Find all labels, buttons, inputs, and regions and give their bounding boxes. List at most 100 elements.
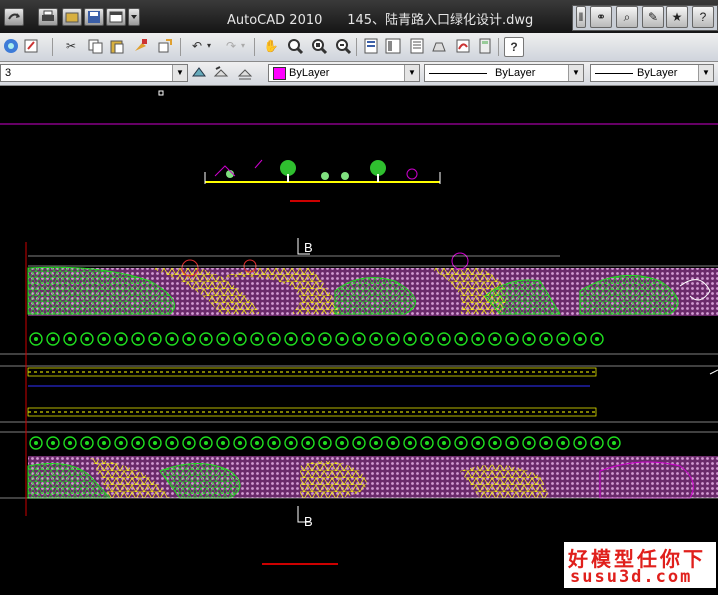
shrub-center — [391, 441, 395, 445]
zoom-window-icon[interactable] — [310, 37, 328, 55]
shrub-center — [289, 337, 293, 341]
collapse-icon[interactable]: ‖ — [576, 6, 586, 28]
shrub-center — [493, 441, 497, 445]
sheet-set-icon[interactable] — [430, 37, 448, 55]
shrub-center — [595, 441, 599, 445]
separator — [52, 38, 53, 56]
drawing-canvas[interactable]: B B 好模型任你下 susu3d.com — [0, 86, 718, 590]
shrub-center — [34, 337, 38, 341]
save-icon[interactable] — [84, 8, 104, 26]
properties-toolbar: 3 ▼ ByLayer ▼ ByLayer ▼ ByLayer ▼ — [0, 62, 718, 86]
elevation-view — [204, 159, 441, 202]
copy-icon[interactable] — [86, 37, 104, 55]
shrub-center — [272, 441, 276, 445]
layer-previous-icon[interactable] — [212, 64, 230, 82]
shrub-center — [119, 441, 123, 445]
shrub-center — [289, 441, 293, 445]
color-dropdown[interactable]: ByLayer ▼ — [268, 64, 420, 82]
tool-palettes-icon[interactable] — [408, 37, 426, 55]
shrub-center — [595, 337, 599, 341]
cut-icon[interactable]: ✂ — [62, 37, 80, 55]
wrench-icon[interactable]: ✎ — [642, 6, 664, 28]
watermark-en: susu3d.com — [570, 567, 693, 587]
layer-states-icon[interactable] — [236, 64, 254, 82]
zoom-realtime-icon[interactable] — [286, 37, 304, 55]
shrub-center — [527, 337, 531, 341]
star-icon[interactable]: ★ — [666, 6, 688, 28]
shrub-center — [221, 337, 225, 341]
block-icon[interactable] — [156, 37, 174, 55]
shrub-center — [204, 337, 208, 341]
color-swatch — [273, 67, 286, 80]
shrub-center — [221, 441, 225, 445]
shrub-center — [442, 337, 446, 341]
shrub-center — [442, 441, 446, 445]
planting-band-bottom — [0, 456, 718, 499]
shrub-center — [255, 441, 259, 445]
separator — [498, 38, 499, 56]
zoom-previous-icon[interactable] — [334, 37, 352, 55]
shrub-center — [340, 337, 344, 341]
linetype-preview — [429, 73, 487, 74]
properties-icon[interactable] — [362, 37, 380, 55]
open-icon[interactable] — [62, 8, 82, 26]
match-properties-icon[interactable] — [132, 37, 150, 55]
shrub-center — [408, 337, 412, 341]
section-label-bottom: B — [304, 514, 313, 529]
shrub-center — [272, 337, 276, 341]
linetype-dropdown[interactable]: ByLayer ▼ — [424, 64, 584, 82]
shrub-center — [459, 337, 463, 341]
shrub-center — [136, 441, 140, 445]
redo-icon[interactable] — [4, 8, 24, 26]
shrub-center — [357, 441, 361, 445]
lineweight-dropdown[interactable]: ByLayer ▼ — [590, 64, 714, 82]
title-bar: AutoCAD 2010 145、陆青路入口绿化设计.dwg ‖ ⚭ ⌕ ✎ ★… — [0, 0, 718, 33]
make-current-layer-icon[interactable] — [190, 64, 208, 82]
workspace-icon[interactable] — [106, 8, 126, 26]
binoculars-icon[interactable]: ⚭ — [590, 6, 612, 28]
shrub-center — [51, 441, 55, 445]
shrub-center — [170, 441, 174, 445]
dropdown-icon[interactable] — [128, 8, 140, 26]
shrub-center — [510, 337, 514, 341]
shrub-center — [68, 337, 72, 341]
road-band — [0, 367, 718, 433]
chevron-down-icon[interactable]: ▾ — [204, 37, 214, 55]
watermark: 好模型任你下 susu3d.com — [564, 542, 716, 588]
shrub-center — [391, 337, 395, 341]
section-label-top: B — [304, 240, 313, 255]
chevron-down-icon: ▼ — [172, 65, 187, 81]
edit-icon[interactable] — [22, 37, 40, 55]
shrub-center — [578, 337, 582, 341]
color-value: ByLayer — [289, 67, 330, 79]
separator — [254, 38, 255, 56]
planting-band-top — [27, 252, 718, 316]
globe-icon[interactable] — [2, 37, 20, 55]
design-center-icon[interactable] — [384, 37, 402, 55]
shrub-center — [408, 441, 412, 445]
layer-dropdown[interactable]: 3 ▼ — [0, 64, 188, 82]
shrub-center — [357, 337, 361, 341]
shrub-center — [374, 441, 378, 445]
search-icon[interactable]: ⌕ — [616, 6, 638, 28]
help-icon[interactable]: ? — [504, 37, 524, 57]
pan-icon[interactable]: ✋ — [262, 37, 280, 55]
shrub-center — [459, 441, 463, 445]
shrub-center — [306, 441, 310, 445]
shrub-center — [425, 337, 429, 341]
shrub-center — [374, 337, 378, 341]
chevron-down-icon: ▼ — [698, 65, 713, 81]
chevron-down-icon[interactable]: ▾ — [238, 37, 248, 55]
shrub-center — [102, 441, 106, 445]
shrub-center — [136, 337, 140, 341]
shrub-center — [34, 441, 38, 445]
paste-icon[interactable] — [108, 37, 126, 55]
shrub-center — [238, 441, 242, 445]
markup-icon[interactable] — [454, 37, 472, 55]
shrub-center — [323, 441, 327, 445]
help-icon[interactable]: ? — [692, 6, 714, 28]
print-icon[interactable] — [38, 8, 58, 26]
calculator-icon[interactable] — [476, 37, 494, 55]
shrub-center — [476, 337, 480, 341]
drawing-svg: B B — [0, 90, 718, 565]
